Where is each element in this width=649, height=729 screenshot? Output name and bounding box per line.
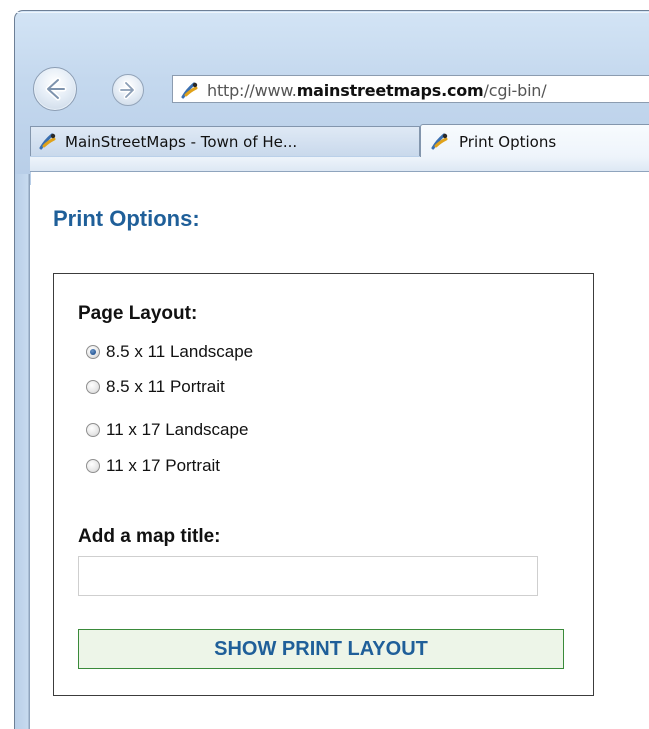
radio-button[interactable] (86, 423, 100, 437)
page-content: Print Options: Page Layout: 8.5 x 11 Lan… (31, 172, 649, 729)
radio-label: 11 x 17 Landscape (106, 420, 249, 439)
radio-label: 8.5 x 11 Portrait (106, 377, 225, 396)
show-print-layout-button[interactable]: SHOW PRINT LAYOUT (78, 629, 564, 669)
radio-button[interactable] (86, 380, 100, 394)
tab-label: MainStreetMaps - Town of He... (65, 133, 298, 151)
window-left-border (14, 174, 30, 729)
print-options-panel: Page Layout: 8.5 x 11 Landscape 8.5 x 11… (53, 273, 594, 696)
radio-option-11x17-portrait[interactable]: 11 x 17 Portrait (86, 454, 220, 478)
radio-label: 8.5 x 11 Landscape (106, 342, 254, 361)
map-pin-icon (39, 133, 56, 150)
map-title-input[interactable] (78, 556, 538, 596)
tab-label: Print Options (459, 133, 557, 151)
back-arrow-icon (45, 77, 67, 101)
map-pin-icon (181, 82, 198, 99)
map-title-label: Add a map title: (78, 526, 221, 547)
radio-button[interactable] (86, 345, 100, 359)
page-layout-label: Page Layout: (78, 303, 198, 324)
address-bar[interactable]: http://www.mainstreetmaps.com/cgi-bin/ (172, 75, 649, 103)
toolbar-strip (30, 157, 649, 171)
browser-window: http://www.mainstreetmaps.com/cgi-bin/ M… (0, 0, 649, 729)
radio-option-11x17-landscape[interactable]: 11 x 17 Landscape (86, 418, 248, 442)
forward-button[interactable] (112, 74, 144, 106)
tab-print-options[interactable]: Print Options (420, 124, 649, 158)
radio-button[interactable] (86, 459, 100, 473)
address-url: http://www.mainstreetmaps.com/cgi-bin/ (207, 81, 547, 100)
forward-arrow-icon (118, 80, 136, 100)
back-button[interactable] (33, 67, 77, 111)
map-pin-icon (431, 133, 448, 150)
page-title: Print Options: (53, 206, 200, 231)
tab-mainstreetmaps[interactable]: MainStreetMaps - Town of He... (30, 126, 420, 156)
radio-option-8-5x11-portrait[interactable]: 8.5 x 11 Portrait (86, 375, 225, 399)
radio-option-8-5x11-landscape[interactable]: 8.5 x 11 Landscape (86, 340, 253, 364)
radio-label: 11 x 17 Portrait (106, 456, 221, 475)
